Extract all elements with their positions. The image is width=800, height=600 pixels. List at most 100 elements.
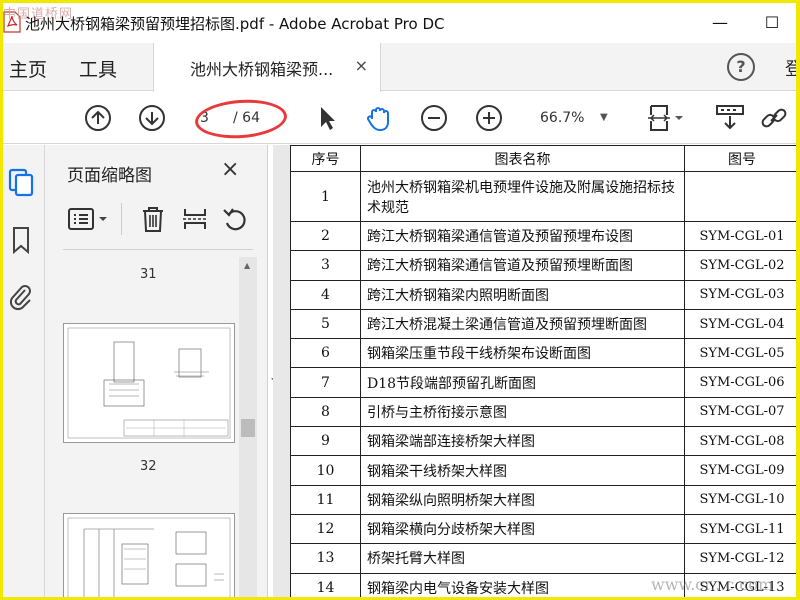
row-number: 9 <box>290 426 361 457</box>
table-row: 6 钢箱梁压重节段干线桥架布设断面图 SYM-CGL-05 <box>290 338 796 369</box>
row-name: 钢箱梁干线桥架大样图 <box>360 455 685 486</box>
delete-page-icon[interactable] <box>139 205 167 233</box>
row-number: 10 <box>290 455 361 486</box>
red-highlight-ellipse <box>193 96 289 142</box>
thumbnail-drawing <box>67 517 231 597</box>
minimize-button[interactable]: — <box>703 9 737 37</box>
next-page-icon[interactable] <box>137 103 167 133</box>
row-code: SYM-CGL-10 <box>684 484 796 515</box>
scrollbar-thumb[interactable] <box>241 419 255 437</box>
tab-document[interactable]: 池州大桥钢箱梁预... × <box>153 43 381 92</box>
row-code: SYM-CGL-07 <box>684 396 796 428</box>
thumbnail-drawing <box>67 327 231 439</box>
zoom-in-icon[interactable] <box>474 103 504 133</box>
row-name: 跨江大桥钢箱梁通信管道及预留预埋布设图 <box>360 220 685 252</box>
zoom-out-icon[interactable] <box>419 103 449 133</box>
attachment-icon[interactable] <box>7 281 35 311</box>
row-name: 钢箱梁端部连接桥架大样图 <box>360 426 685 457</box>
row-code: SYM-CGL-12 <box>684 543 796 574</box>
document-viewport: 序号 图表名称 图号 1 池州大桥钢箱梁机电预埋件设施及附属设施招标技术规范 2 跨江… <box>273 145 796 597</box>
select-cursor-icon[interactable] <box>311 103 341 133</box>
row-number: 12 <box>290 513 361 545</box>
rotate-page-icon[interactable] <box>221 205 249 233</box>
row-number: 14 <box>290 572 361 597</box>
row-name: 跨江大桥混凝土梁通信管道及预留预埋断面图 <box>360 308 685 340</box>
row-code: SYM-CGL-08 <box>684 426 796 457</box>
table-row: 4 跨江大桥钢箱梁内照明断面图 SYM-CGL-03 <box>290 279 796 310</box>
table-row: 2 跨江大桥钢箱梁通信管道及预留预埋布设图 SYM-CGL-01 <box>290 220 796 252</box>
tab-tools[interactable]: 工具 <box>79 55 117 82</box>
help-icon[interactable]: ? <box>727 53 755 81</box>
row-code: SYM-CGL-06 <box>684 367 796 398</box>
row-code: SYM-CGL-03 <box>684 279 796 310</box>
row-code: SYM-CGL-05 <box>684 338 796 369</box>
row-number: 3 <box>290 250 361 281</box>
previous-page-icon[interactable] <box>83 103 113 133</box>
scroll-up-icon[interactable]: ▲ <box>244 261 250 270</box>
panel-divider <box>63 249 253 250</box>
close-panel-button[interactable]: × <box>221 157 239 182</box>
row-code <box>684 171 796 222</box>
bookmark-icon[interactable] <box>7 225 35 255</box>
row-name: 桥架托臂大样图 <box>360 543 685 574</box>
maximize-button[interactable]: ☐ <box>755 9 789 37</box>
table-row: 3 跨江大桥钢箱梁通信管道及预留预埋断面图 SYM-CGL-02 <box>290 250 796 281</box>
options-menu-icon[interactable] <box>67 205 111 233</box>
left-navigation-rail <box>3 145 45 597</box>
hand-tool-icon[interactable] <box>364 103 394 133</box>
row-name: 引桥与主桥衔接示意图 <box>360 396 685 428</box>
row-name: D18节段端部预留孔断面图 <box>360 367 685 398</box>
row-code: SYM-CGL-01 <box>684 220 796 252</box>
fit-page-icon[interactable] <box>645 103 685 133</box>
row-number: 5 <box>290 308 361 340</box>
row-code: SYM-CGL-02 <box>684 250 796 281</box>
close-tab-button[interactable]: × <box>355 56 368 75</box>
row-number: 4 <box>290 279 361 310</box>
row-number: 11 <box>290 484 361 515</box>
thumbnail-list: 31 32 <box>45 251 268 597</box>
zoom-dropdown-icon[interactable]: ▼ <box>600 112 608 123</box>
row-name: 钢箱梁横向分歧桥架大样图 <box>360 513 685 545</box>
thumbnail-page-label: 32 <box>140 459 157 474</box>
watermark-bottom: www.cr...c.com <box>651 575 774 594</box>
header-name: 图表名称 <box>360 145 685 172</box>
zoom-level-field[interactable]: 66.7% <box>540 110 584 126</box>
main-toolbar: 3 / 64 66.7% ▼ <box>3 92 796 144</box>
thumbnail-page-label: 31 <box>140 267 157 282</box>
extract-pages-icon[interactable] <box>181 205 209 233</box>
thumbnail-toolbar <box>59 201 259 241</box>
table-row: 8 引桥与主桥衔接示意图 SYM-CGL-07 <box>290 396 796 428</box>
window-title: 池州大桥钢箱梁预留预埋招标图.pdf - Adobe Acrobat Pro D… <box>25 15 445 33</box>
row-name: 钢箱梁纵向照明桥架大样图 <box>360 484 685 515</box>
table-header-row: 序号 图表名称 图号 <box>290 145 796 172</box>
header-number: 序号 <box>290 145 361 172</box>
table-body: 1 池州大桥钢箱梁机电预埋件设施及附属设施招标技术规范 2 跨江大桥钢箱梁通信管道及预… <box>290 171 796 597</box>
row-name: 钢箱梁内电气设备安装大样图 <box>360 572 685 597</box>
thumbnail-scrollbar[interactable]: ▲ <box>239 257 257 597</box>
row-code: SYM-CGL-04 <box>684 308 796 340</box>
row-name: 池州大桥钢箱梁机电预埋件设施及附属设施招标技术规范 <box>360 171 685 222</box>
row-number: 2 <box>290 220 361 252</box>
toolbar-divider <box>121 203 122 235</box>
title-bar: 中国道桥网 池州大桥钢箱梁预留预埋招标图.pdf - Adobe Acrobat… <box>3 3 796 43</box>
row-code: SYM-CGL-09 <box>684 455 796 486</box>
table-row: 12 钢箱梁横向分歧桥架大样图 SYM-CGL-11 <box>290 513 796 545</box>
row-name: 跨江大桥钢箱梁内照明断面图 <box>360 279 685 310</box>
tab-home[interactable]: 主页 <box>9 55 47 82</box>
drawing-index-table: 序号 图表名称 图号 1 池州大桥钢箱梁机电预埋件设施及附属设施招标技术规范 2 跨江… <box>290 145 796 597</box>
tab-bar: 主页 工具 池州大桥钢箱梁预... × ? 登 <box>3 43 796 92</box>
thumbnail-page-32[interactable] <box>63 323 235 443</box>
acrobat-window: 中国道桥网 池州大桥钢箱梁预留预埋招标图.pdf - Adobe Acrobat… <box>3 3 796 597</box>
scrolling-mode-icon[interactable] <box>715 103 745 133</box>
row-number: 8 <box>290 396 361 428</box>
row-code: SYM-CGL-11 <box>684 513 796 545</box>
sign-in-button[interactable]: 登 <box>785 55 796 81</box>
row-name: 跨江大桥钢箱梁通信管道及预留预埋断面图 <box>360 250 685 281</box>
table-row: 9 钢箱梁端部连接桥架大样图 SYM-CGL-08 <box>290 426 796 457</box>
share-link-icon[interactable] <box>759 103 789 133</box>
page-thumbnails-panel: 页面缩略图 × 31 32 ▲ <box>45 145 268 597</box>
row-number: 1 <box>290 171 361 222</box>
panel-title: 页面缩略图 <box>67 166 152 186</box>
thumbnail-page-33[interactable] <box>63 513 235 597</box>
page-thumbnails-icon[interactable] <box>7 167 35 197</box>
